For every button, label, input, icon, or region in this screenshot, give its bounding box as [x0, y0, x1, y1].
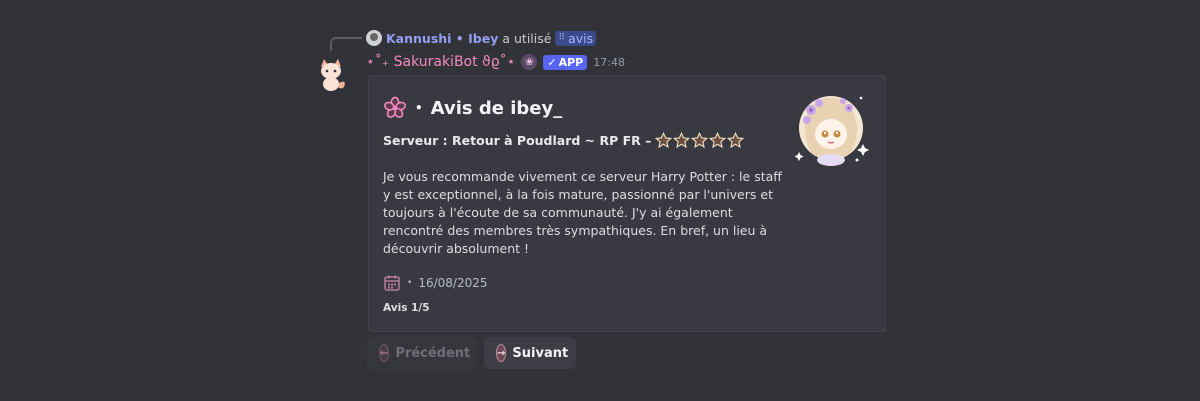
- calendar-icon: [384, 275, 400, 291]
- review-date: 16/08/2025: [418, 276, 488, 290]
- sakura-flower-icon: [383, 96, 407, 118]
- date-separator: •: [407, 278, 413, 288]
- reply-reference[interactable]: Kannushi • Ibey a utilisé ⠿ avis: [366, 29, 597, 47]
- arrow-right-icon: →: [496, 344, 507, 362]
- reply-username[interactable]: Kannushi • Ibey: [386, 31, 498, 46]
- command-chip[interactable]: ⠿ avis: [555, 30, 597, 46]
- command-name: avis: [568, 30, 594, 46]
- arrow-left-icon: ←: [379, 344, 390, 362]
- bot-avatar[interactable]: [311, 53, 351, 93]
- review-description: Je vous recommande vivement ce serveur H…: [383, 169, 782, 256]
- date-row: • 16/08/2025: [383, 274, 487, 292]
- star-icon: [727, 132, 745, 149]
- server-label: Serveur : Retour à Poudlard ~ RP FR –: [383, 133, 652, 148]
- star-rating: [655, 132, 745, 149]
- command-icon: ⠿: [558, 33, 566, 43]
- reply-user-avatar[interactable]: [366, 30, 382, 46]
- message-header: ⋆˚₊ SakurakiBot ϑϱ˚⋆ ❀ ✓ APP 17:48: [366, 52, 625, 72]
- star-icon: [691, 132, 709, 149]
- checkmark-icon: ✓: [547, 55, 557, 69]
- next-button[interactable]: → Suivant: [484, 337, 576, 369]
- app-badge-label: APP: [558, 55, 584, 69]
- embed-thumbnail[interactable]: [787, 86, 875, 174]
- previous-button[interactable]: ← Précédent: [367, 337, 475, 369]
- star-icon: [709, 132, 727, 149]
- reply-action-text: a utilisé: [502, 30, 552, 46]
- bot-name[interactable]: ⋆˚₊ SakurakiBot ϑϱ˚⋆: [366, 54, 515, 70]
- embed-title: • Avis de ibey_: [383, 96, 562, 120]
- title-separator: •: [415, 101, 423, 115]
- reply-connector: [330, 37, 362, 51]
- next-button-label: Suivant: [512, 345, 569, 361]
- sakura-badge-icon: ❀: [521, 54, 538, 70]
- star-icon: [673, 132, 691, 149]
- star-icon: [655, 132, 673, 149]
- app-badge: ✓ APP: [543, 54, 588, 70]
- embed-footer: Avis 1/5: [383, 302, 430, 314]
- review-embed: • Avis de ibey_ Serveur : Retour à Poudl…: [368, 75, 886, 332]
- server-line: Serveur : Retour à Poudlard ~ RP FR –: [383, 132, 745, 149]
- message-timestamp[interactable]: 17:48: [593, 56, 625, 69]
- previous-button-label: Précédent: [395, 345, 471, 361]
- review-title: Avis de ibey_: [430, 97, 563, 119]
